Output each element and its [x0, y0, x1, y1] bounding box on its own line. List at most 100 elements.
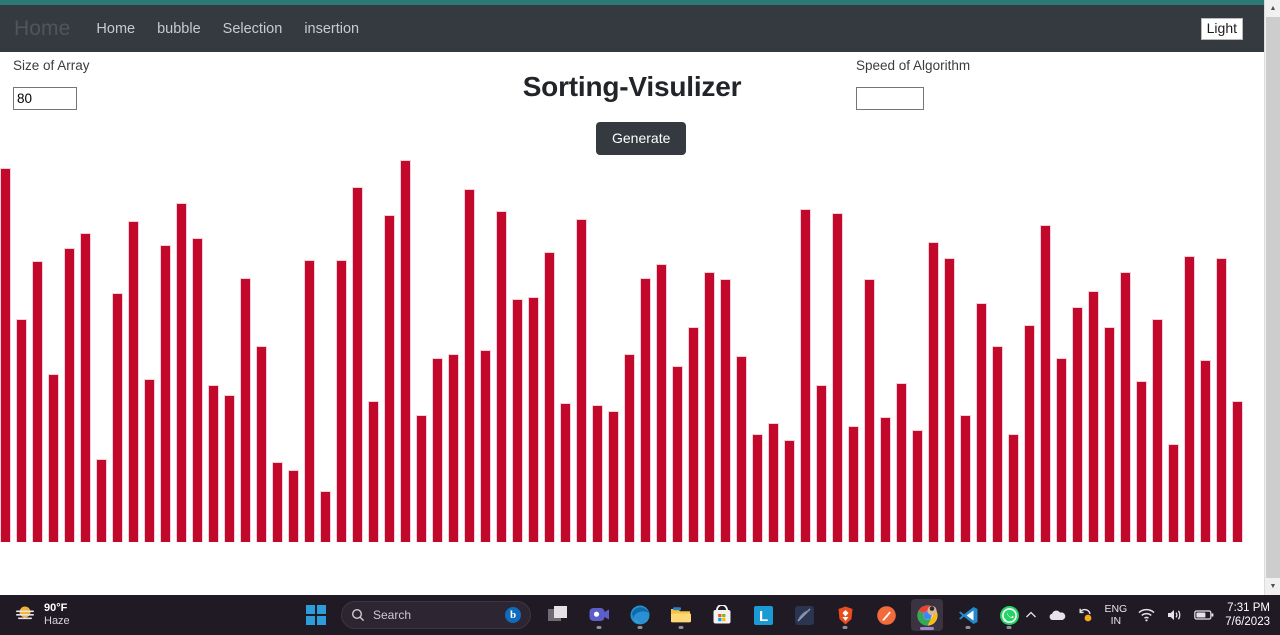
navbar: Home Home bubble Selection insertion Lig… [0, 5, 1264, 52]
array-bar [1120, 272, 1131, 542]
array-bar [256, 346, 267, 542]
postman-icon[interactable] [870, 599, 902, 631]
brave-icon[interactable] [829, 599, 861, 631]
battery-icon[interactable] [1194, 609, 1214, 621]
array-bar [544, 252, 555, 542]
teams-icon[interactable] [583, 599, 615, 631]
array-bar [224, 395, 235, 542]
array-bar [432, 358, 443, 542]
leetcode-icon[interactable]: L [747, 599, 779, 631]
array-bar [1184, 256, 1195, 542]
bing-icon[interactable]: b [505, 607, 521, 623]
volume-icon[interactable] [1166, 608, 1183, 622]
scroll-up-icon[interactable]: ▲ [1265, 0, 1280, 17]
weather-widget[interactable]: 90°F Haze [0, 602, 300, 628]
array-bar [704, 272, 715, 542]
array-bar [816, 385, 827, 542]
array-bar [608, 411, 619, 542]
system-tray: ENG IN 7:31 PM 7/6/2023 [1025, 601, 1280, 629]
language-indicator[interactable]: ENG IN [1104, 603, 1127, 627]
array-bar [1056, 358, 1067, 542]
array-bar [640, 278, 651, 542]
file-explorer-icon[interactable] [665, 599, 697, 631]
array-bar [576, 219, 587, 542]
array-bar [352, 187, 363, 542]
array-bar [208, 385, 219, 542]
array-bar [928, 242, 939, 542]
array-bar [16, 319, 27, 542]
array-bar [1008, 434, 1019, 542]
array-bar [1232, 401, 1243, 542]
array-bar [800, 209, 811, 542]
search-input[interactable]: Search b [341, 601, 531, 629]
array-bar [624, 354, 635, 542]
array-bar [944, 258, 955, 542]
tray-chevron-icon[interactable] [1025, 610, 1037, 620]
haze-sun-icon [14, 605, 36, 626]
page-scrollbar[interactable]: ▲ ▼ [1264, 0, 1280, 595]
algorithm-speed-field: Speed of Algorithm [856, 58, 970, 110]
array-bar [528, 297, 539, 542]
array-bar [464, 189, 475, 542]
whatsapp-icon[interactable] [993, 599, 1025, 631]
array-bar [0, 168, 11, 542]
array-bar [1040, 225, 1051, 542]
theme-toggle-button[interactable]: Light [1200, 17, 1243, 40]
onedrive-icon[interactable] [1048, 609, 1066, 621]
nav-link-home[interactable]: Home [96, 21, 135, 37]
nav-link-insertion[interactable]: insertion [304, 21, 359, 37]
vs-code-icon[interactable] [952, 599, 984, 631]
array-bar [1152, 319, 1163, 542]
array-bar [96, 459, 107, 542]
nav-link-selection[interactable]: Selection [223, 21, 283, 37]
language-primary: ENG [1104, 603, 1128, 615]
array-bar [560, 403, 571, 542]
array-bar [448, 354, 459, 542]
array-bar [848, 426, 859, 542]
array-bar [416, 415, 427, 542]
array-bar [272, 462, 283, 542]
array-bar [304, 260, 315, 542]
scrollbar-thumb[interactable] [1266, 17, 1280, 578]
array-bar [720, 279, 731, 542]
array-bar [688, 327, 699, 542]
array-bar [592, 405, 603, 542]
navbar-links: Home bubble Selection insertion [96, 21, 359, 37]
edge-icon[interactable] [624, 599, 656, 631]
array-bar [48, 374, 59, 542]
scroll-down-icon[interactable]: ▼ [1265, 578, 1280, 595]
array-bar [912, 430, 923, 542]
algorithm-speed-input[interactable] [856, 87, 924, 110]
array-bar [672, 366, 683, 542]
navbar-brand[interactable]: Home [14, 17, 70, 41]
chrome-icon[interactable] [911, 599, 943, 631]
array-bar [128, 221, 139, 542]
array-bar [768, 423, 779, 542]
array-bar [32, 261, 43, 542]
array-bar [144, 379, 155, 542]
generate-button[interactable]: Generate [596, 122, 687, 155]
clock[interactable]: 7:31 PM 7/6/2023 [1225, 601, 1270, 629]
nav-link-bubble[interactable]: bubble [157, 21, 201, 37]
array-bar [192, 238, 203, 542]
array-bar [976, 303, 987, 542]
array-bar [496, 211, 507, 542]
sync-icon[interactable] [1077, 607, 1093, 623]
array-bar [992, 346, 1003, 542]
task-view-icon[interactable] [542, 599, 574, 631]
array-bar [736, 356, 747, 542]
start-button[interactable] [300, 599, 332, 631]
screen: Home Home bubble Selection insertion Lig… [0, 0, 1280, 635]
dark-app-icon[interactable] [788, 599, 820, 631]
array-bar [112, 293, 123, 542]
windows-logo-icon [306, 605, 326, 625]
array-bar [1216, 258, 1227, 542]
array-bar [240, 278, 251, 542]
page-title: Sorting-Visulizer [522, 71, 742, 102]
microsoft-store-icon[interactable] [706, 599, 738, 631]
array-bar [864, 279, 875, 542]
array-bar [784, 440, 795, 542]
wifi-icon[interactable] [1138, 608, 1155, 622]
svg-text:L: L [759, 608, 768, 625]
array-bar [384, 215, 395, 542]
